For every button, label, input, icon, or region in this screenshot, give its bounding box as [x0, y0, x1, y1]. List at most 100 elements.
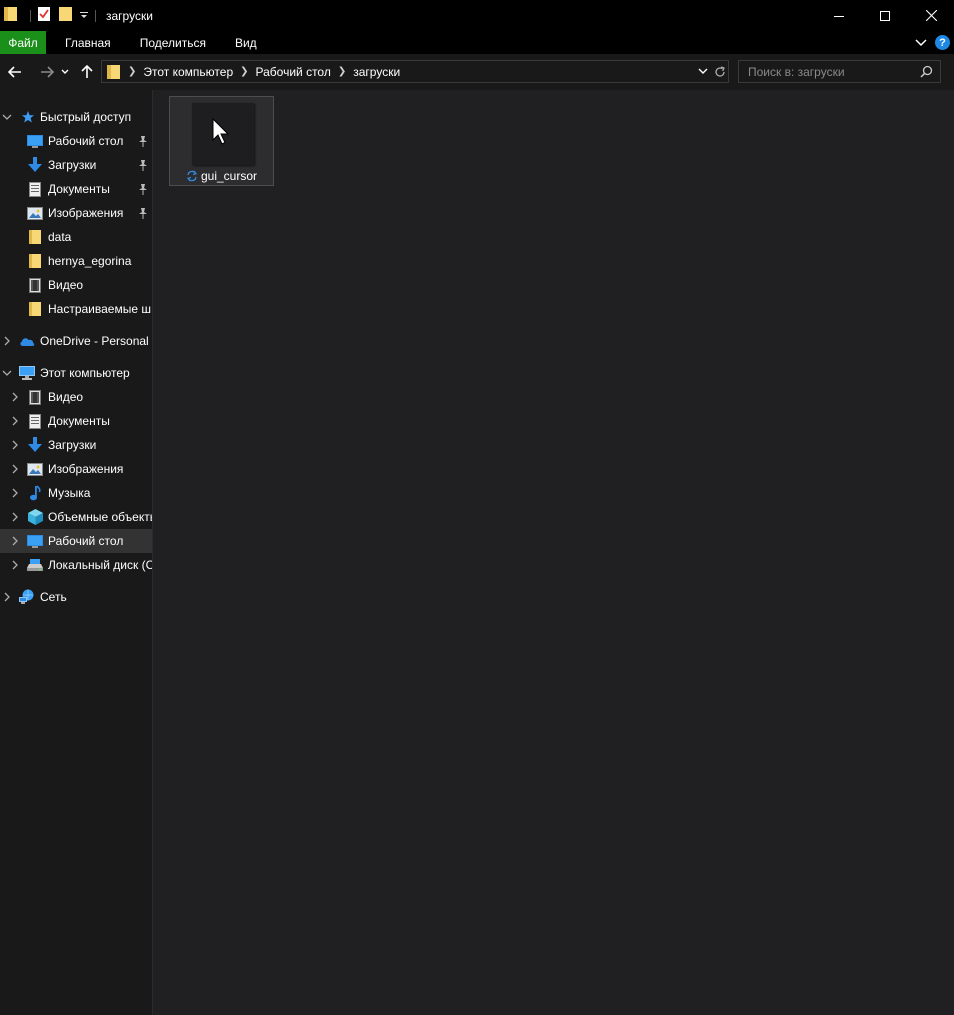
toolbar-separator	[30, 9, 31, 22]
back-button[interactable]	[4, 57, 26, 87]
chevron-down-icon[interactable]	[2, 112, 12, 122]
maximize-button[interactable]	[862, 0, 908, 31]
breadcrumb-current-folder[interactable]: загруски	[353, 65, 400, 79]
tab-home[interactable]: Главная	[46, 31, 124, 54]
close-icon	[925, 10, 937, 21]
file-item[interactable]: gui_cursor	[169, 96, 274, 186]
chevron-right-icon[interactable]	[10, 560, 20, 570]
tab-share[interactable]: Поделиться	[124, 31, 219, 54]
sidebar-item-pc-music[interactable]: Музыка	[0, 481, 152, 505]
document-icon	[27, 181, 43, 197]
breadcrumb-separator[interactable]: ❯	[240, 66, 248, 77]
sidebar-item-pc-downloads[interactable]: Загрузки	[0, 433, 152, 457]
new-folder-icon[interactable]	[59, 6, 73, 25]
address-history-button[interactable]	[698, 68, 708, 75]
tab-view[interactable]: Вид	[219, 31, 270, 54]
sidebar-item-this-pc[interactable]: Этот компьютер	[0, 361, 152, 385]
chevron-down-icon[interactable]	[2, 368, 12, 378]
cloud-icon	[19, 333, 35, 349]
folder-icon	[107, 64, 121, 80]
chevron-right-icon[interactable]	[10, 392, 20, 402]
sidebar-item-downloads[interactable]: Загрузки	[0, 153, 152, 177]
chevron-right-icon[interactable]	[10, 416, 20, 426]
folder-icon	[27, 229, 43, 245]
computer-icon	[19, 365, 35, 381]
sidebar-item-label: Этот компьютер	[40, 366, 130, 380]
sidebar-item-label: Видео	[48, 390, 84, 404]
sidebar-item-pc-documents[interactable]: Документы	[0, 409, 152, 433]
sidebar-item-label: Рабочий стол	[48, 134, 124, 148]
ribbon-tabs: Файл Главная Поделиться Вид ?	[0, 31, 954, 54]
chevron-right-icon[interactable]	[10, 488, 20, 498]
sidebar-item-local-disk[interactable]: Локальный диск (C	[0, 553, 152, 577]
file-label[interactable]: gui_cursor	[170, 169, 273, 183]
file-view[interactable]: gui_cursor	[153, 90, 954, 1015]
refresh-button[interactable]	[714, 65, 726, 78]
chevron-right-icon[interactable]	[10, 512, 20, 522]
breadcrumb-desktop[interactable]: Рабочий стол	[256, 65, 331, 79]
sidebar-item-documents[interactable]: Документы	[0, 177, 152, 201]
quick-access-toolbar	[0, 0, 102, 31]
close-button[interactable]	[908, 0, 954, 31]
properties-icon[interactable]	[37, 6, 51, 25]
sidebar-item-quick-access[interactable]: Быстрый доступ	[0, 105, 152, 129]
sidebar-item-label: Локальный диск (C	[48, 558, 152, 572]
pin-icon[interactable]	[137, 207, 149, 219]
chevron-right-icon[interactable]	[10, 440, 20, 450]
sidebar-item-label: Изображения	[48, 206, 124, 220]
pin-icon[interactable]	[137, 183, 149, 195]
address-bar[interactable]: ❯ Этот компьютер ❯ Рабочий стол ❯ загрус…	[101, 60, 729, 83]
sidebar-item-pc-desktop[interactable]: Рабочий стол	[0, 529, 152, 553]
forward-button[interactable]	[36, 57, 58, 87]
expand-ribbon-button[interactable]	[915, 36, 927, 50]
chevron-right-icon[interactable]	[10, 464, 20, 474]
sidebar-item-label: Быстрый доступ	[40, 110, 132, 124]
download-icon	[27, 437, 43, 453]
file-thumbnail[interactable]	[192, 103, 254, 165]
arrow-left-icon	[8, 66, 21, 78]
navigation-bar: ❯ Этот компьютер ❯ Рабочий стол ❯ загрус…	[0, 54, 954, 90]
sidebar-item-label: OneDrive - Personal	[40, 334, 149, 348]
search-icon[interactable]	[920, 65, 933, 81]
customize-toolbar-icon[interactable]	[79, 9, 89, 23]
sidebar-item-hernya-egorina[interactable]: hernya_egorina	[0, 249, 152, 273]
folder-icon	[27, 301, 43, 317]
navigation-pane: Быстрый доступ Рабочий стол Загрузки Док…	[0, 90, 152, 1015]
recent-locations-button[interactable]	[58, 57, 72, 87]
up-button[interactable]	[76, 57, 98, 87]
search-input[interactable]	[748, 64, 908, 79]
ribbon-right: ?	[915, 31, 950, 54]
sidebar-item-pc-videos[interactable]: Видео	[0, 385, 152, 409]
sidebar-item-videos[interactable]: Видео	[0, 273, 152, 297]
breadcrumb-this-pc[interactable]: Этот компьютер	[143, 65, 233, 79]
sidebar-item-pc-3d-objects[interactable]: Объемные объекты	[0, 505, 152, 529]
cube-icon	[27, 509, 43, 525]
search-box[interactable]	[738, 60, 941, 83]
breadcrumb-separator[interactable]: ❯	[338, 66, 346, 77]
sidebar-item-network[interactable]: Сеть	[0, 585, 152, 609]
pin-icon[interactable]	[137, 159, 149, 171]
sidebar-item-label: Загрузки	[48, 158, 97, 172]
chevron-right-icon[interactable]	[10, 536, 20, 546]
sidebar-item-pictures[interactable]: Изображения	[0, 201, 152, 225]
sidebar-item-custom-templates[interactable]: Настраиваемые ш	[0, 297, 152, 321]
sidebar-item-desktop[interactable]: Рабочий стол	[0, 129, 152, 153]
tab-file[interactable]: Файл	[0, 31, 46, 54]
breadcrumb-separator[interactable]: ❯	[128, 66, 136, 77]
sidebar-item-data[interactable]: data	[0, 225, 152, 249]
help-button[interactable]: ?	[935, 35, 950, 50]
chevron-right-icon[interactable]	[2, 336, 12, 346]
toolbar-separator	[95, 9, 96, 22]
sidebar-item-label: Загрузки	[48, 438, 97, 452]
sidebar-item-pc-pictures[interactable]: Изображения	[0, 457, 152, 481]
minimize-button[interactable]	[816, 0, 862, 31]
pin-icon[interactable]	[137, 135, 149, 147]
sidebar-item-label: hernya_egorina	[48, 254, 132, 268]
chevron-right-icon[interactable]	[2, 592, 12, 602]
sidebar-item-onedrive[interactable]: OneDrive - Personal	[0, 329, 152, 353]
address-actions	[698, 61, 726, 82]
star-icon	[20, 109, 36, 125]
sidebar-item-label: data	[48, 230, 72, 244]
arrow-right-icon	[41, 66, 54, 78]
folder-icon	[4, 6, 18, 25]
